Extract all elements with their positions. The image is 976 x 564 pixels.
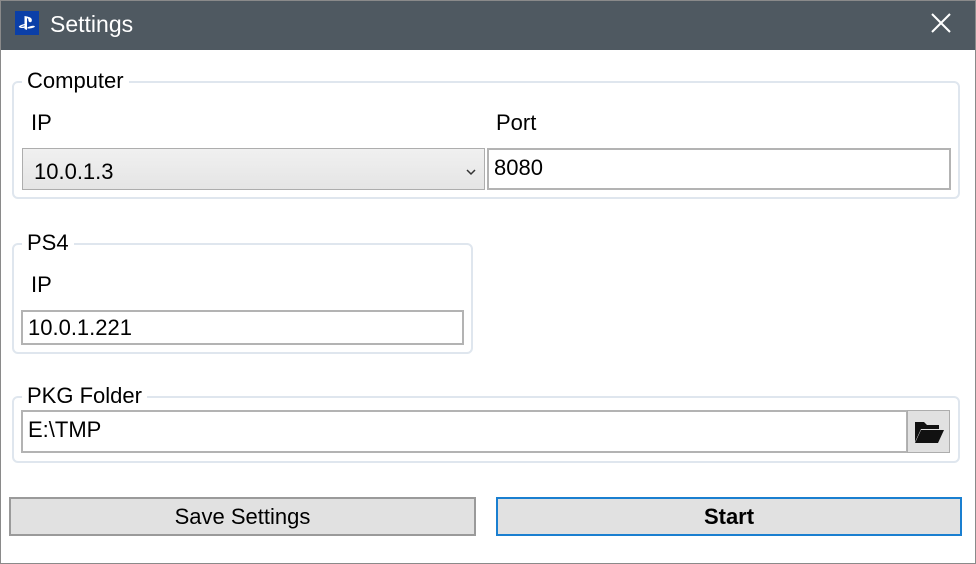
- computer-ip-dropdown[interactable]: 10.0.1.3: [22, 148, 485, 190]
- computer-legend: Computer: [22, 68, 129, 94]
- pkg-folder-value: E:\TMP: [28, 417, 102, 442]
- pkg-folder-legend: PKG Folder: [22, 383, 147, 409]
- ps4-ip-input[interactable]: 10.0.1.221: [21, 310, 464, 345]
- close-icon: [931, 13, 951, 33]
- browse-folder-button[interactable]: [907, 410, 950, 453]
- pkg-folder-input[interactable]: E:\TMP: [21, 410, 908, 453]
- ps4-legend: PS4: [22, 230, 74, 256]
- folder-open-icon: [914, 421, 944, 443]
- title-bar: Settings: [0, 0, 976, 50]
- computer-port-value: 8080: [494, 155, 543, 180]
- start-button[interactable]: Start: [496, 497, 962, 536]
- save-settings-button[interactable]: Save Settings: [9, 497, 476, 536]
- computer-ip-value: 10.0.1.3: [34, 159, 114, 184]
- computer-port-input[interactable]: 8080: [487, 148, 951, 190]
- chevron-down-icon: [465, 158, 477, 184]
- computer-port-label: Port: [496, 110, 537, 135]
- playstation-icon: [15, 11, 39, 35]
- settings-window: Settings Computer IP Port 10.0.1.3 8080 …: [0, 0, 976, 564]
- window-title: Settings: [50, 11, 134, 37]
- ps4-ip-value: 10.0.1.221: [28, 315, 132, 340]
- computer-ip-label: IP: [31, 110, 52, 135]
- ps4-ip-label: IP: [31, 272, 52, 297]
- close-button[interactable]: [924, 6, 958, 40]
